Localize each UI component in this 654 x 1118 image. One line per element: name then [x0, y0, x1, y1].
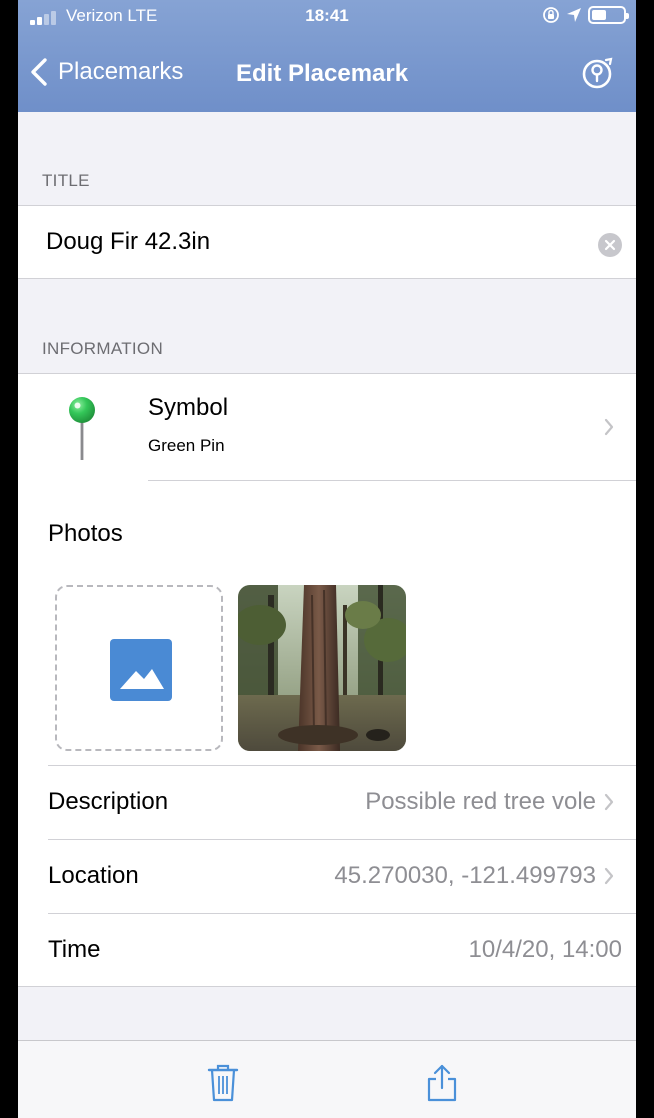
title-input[interactable]: Doug Fir 42.3in	[46, 228, 210, 256]
title-field[interactable]: Doug Fir 42.3in	[18, 205, 636, 279]
page-title: Edit Placemark	[236, 60, 409, 87]
location-arrow-icon	[567, 8, 581, 22]
chevron-right-icon	[604, 867, 614, 885]
clear-text-button[interactable]	[598, 233, 622, 257]
description-label: Description	[48, 788, 169, 815]
symbol-row[interactable]: Symbol Green Pin	[18, 374, 636, 480]
chevron-left-icon	[31, 58, 47, 86]
location-value: 45.270030, -121.499793	[334, 862, 596, 889]
battery-icon	[588, 6, 629, 24]
add-photo-button[interactable]	[55, 585, 223, 751]
description-value: Possible red tree vole	[365, 788, 596, 815]
placemark-pin-icon[interactable]	[580, 56, 614, 90]
photos-label: Photos	[48, 520, 123, 547]
symbol-label: Symbol	[148, 394, 229, 421]
location-label: Location	[48, 862, 139, 889]
bottom-toolbar	[18, 1040, 636, 1118]
green-pin-icon	[69, 397, 95, 460]
close-icon	[604, 239, 616, 251]
back-button[interactable]: Placemarks	[30, 57, 183, 87]
divider	[148, 480, 636, 481]
app-screen: Verizon LTE 18:41 Placemarks Edit Placem…	[18, 0, 636, 1118]
time-row[interactable]: Time 10/4/20, 14:00	[18, 914, 636, 986]
back-button-label: Placemarks	[58, 58, 184, 85]
status-bar: Verizon LTE 18:41	[18, 0, 636, 34]
chevron-right-icon	[604, 418, 614, 436]
trash-icon[interactable]	[206, 1063, 240, 1103]
title-section-header: TITLE	[42, 171, 90, 190]
symbol-value: Green Pin	[148, 436, 225, 455]
image-icon	[110, 639, 172, 701]
time-label: Time	[48, 936, 101, 963]
share-icon[interactable]	[425, 1063, 459, 1103]
navigation-header: Verizon LTE 18:41 Placemarks Edit Placem…	[18, 0, 636, 112]
location-row[interactable]: Location 45.270030, -121.499793	[18, 840, 636, 912]
orientation-lock-icon	[543, 7, 559, 23]
time-value: 10/4/20, 14:00	[468, 936, 622, 963]
information-group: Symbol Green Pin Photos Description Poss…	[18, 373, 636, 987]
forest-photo-image	[238, 585, 406, 751]
photo-thumbnail[interactable]	[238, 585, 406, 751]
chevron-right-icon	[604, 793, 614, 811]
nav-bar: Placemarks Edit Placemark	[18, 40, 636, 112]
description-row[interactable]: Description Possible red tree vole	[18, 766, 636, 838]
information-section-header: INFORMATION	[42, 339, 164, 358]
